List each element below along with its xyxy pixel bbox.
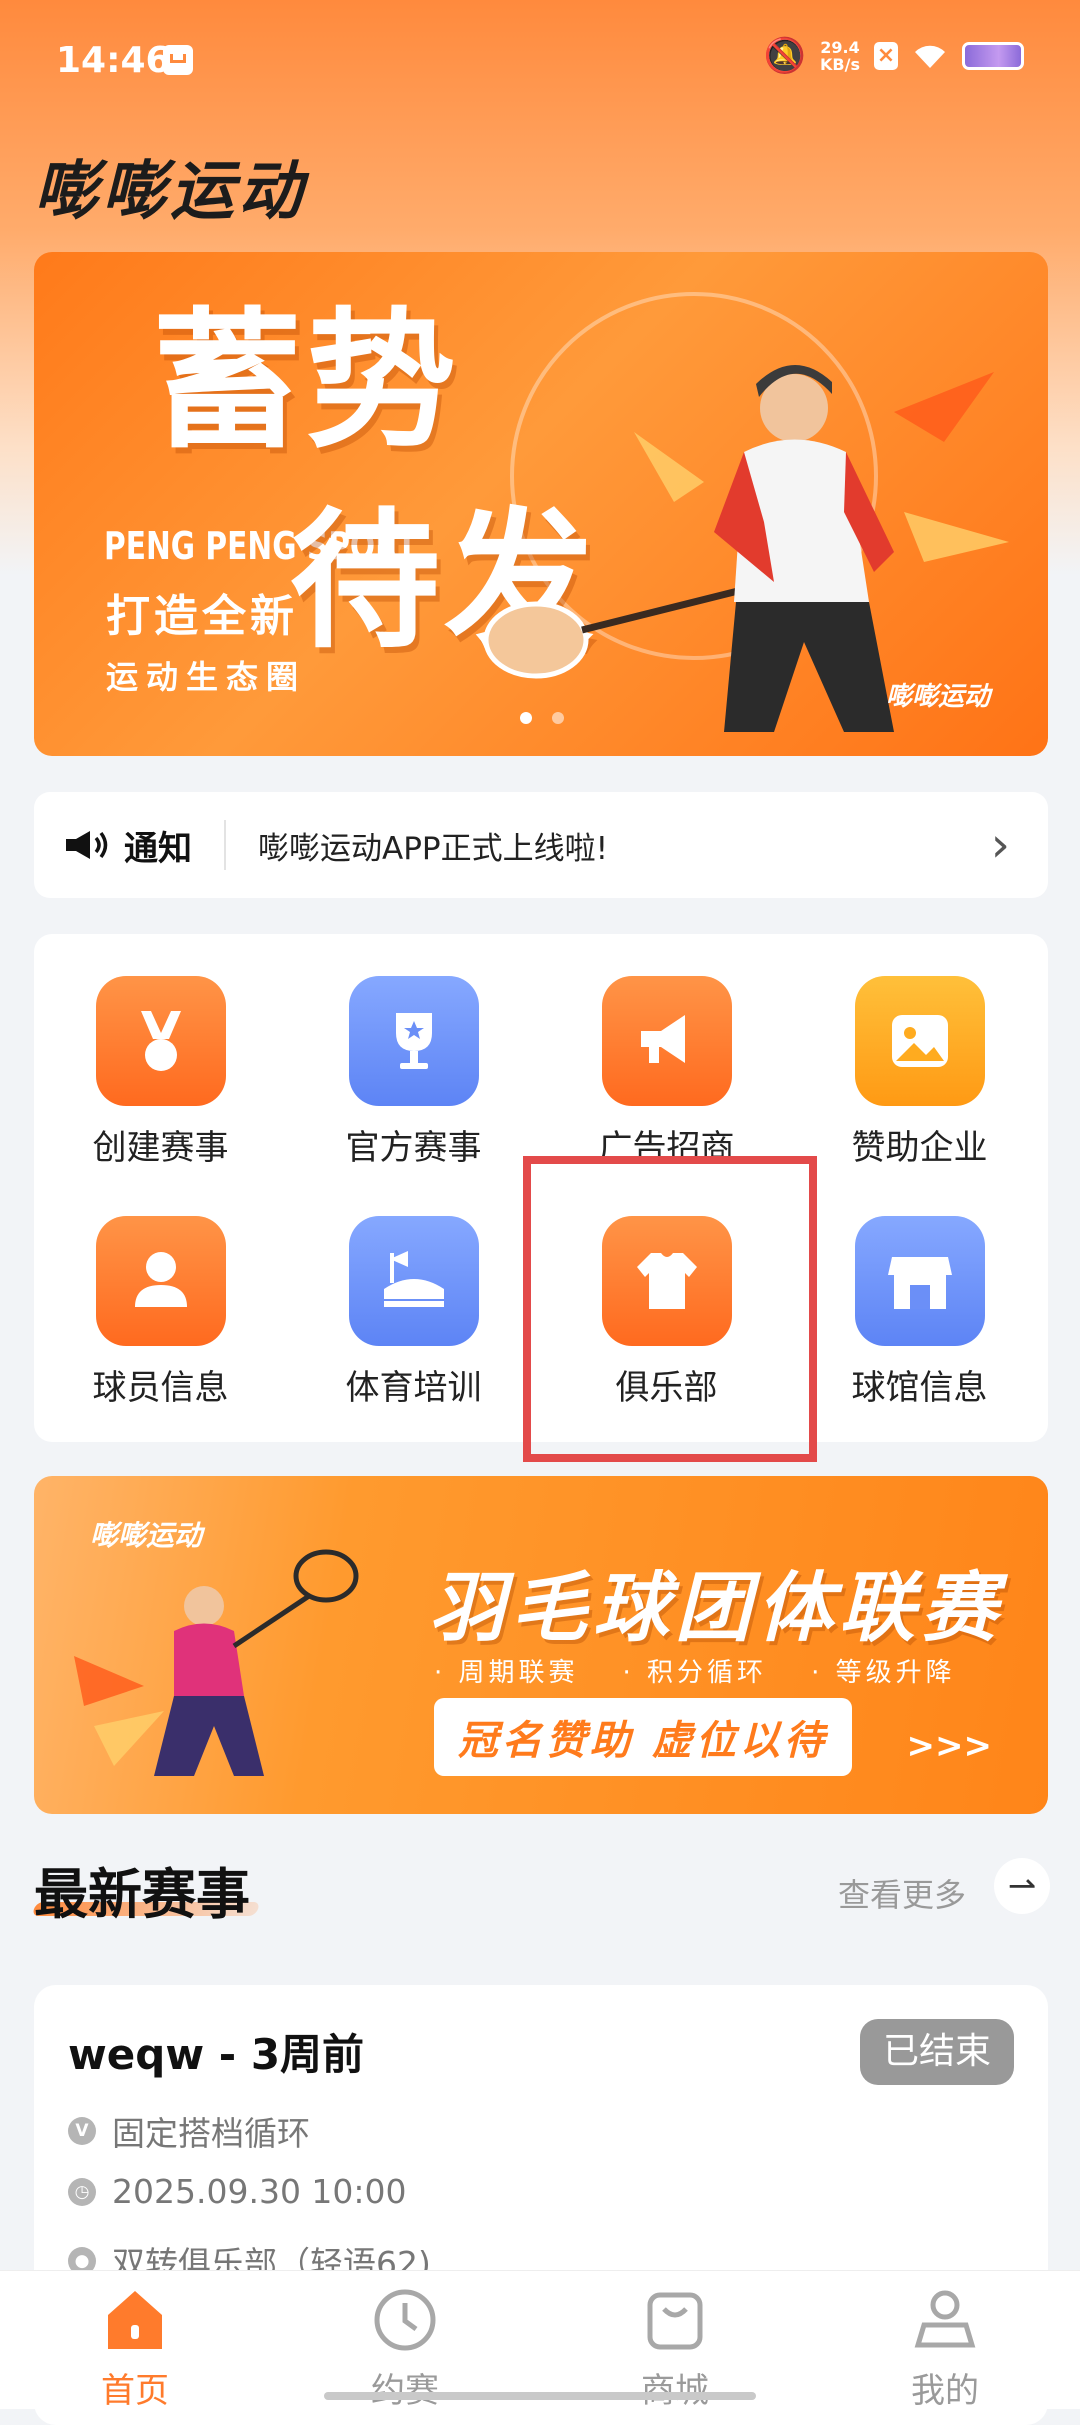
nav-profile[interactable]: 我的 — [810, 2271, 1080, 2411]
sim-off-icon: × — [874, 42, 898, 70]
status-time: 14:46 — [56, 40, 171, 81]
store-icon — [854, 1216, 985, 1346]
megaphone-icon — [601, 976, 732, 1106]
grid-item-create-event[interactable]: 创建赛事 — [34, 934, 287, 1174]
league-logo: 嘭嘭运动 — [90, 1519, 203, 1552]
grid-item-player-info[interactable]: 球员信息 — [34, 1174, 287, 1414]
hero-banner[interactable]: 蓄势 PENG PENG SPORT 打造全新 运动生态圈 待发 嘭嘭运动 — [34, 252, 1048, 756]
image-icon — [854, 976, 985, 1106]
arrow-right-icon[interactable]: ⇀ — [994, 1858, 1050, 1914]
grid-item-official-events[interactable]: 官方赛事 — [287, 934, 540, 1174]
app-title: 嘭嘭运动 — [34, 155, 306, 229]
network-speed: 29.4 KB/s — [820, 38, 860, 74]
view-more-link[interactable]: 查看更多 — [838, 1870, 966, 1916]
carousel-indicator[interactable] — [520, 712, 564, 724]
carousel-dot[interactable] — [552, 712, 564, 724]
home-icon — [108, 2291, 162, 2349]
home-indicator[interactable] — [324, 2392, 756, 2400]
wifi-icon — [915, 45, 945, 68]
event-datetime: 2025.09.30 10:00 — [112, 2172, 407, 2211]
grid-item-venue-info[interactable]: 球馆信息 — [793, 1174, 1046, 1414]
nav-store[interactable]: 商城 — [540, 2271, 810, 2411]
status-badge: 已结束 — [860, 2019, 1014, 2085]
clock-icon — [374, 2289, 436, 2351]
nav-match[interactable]: 约赛 — [270, 2271, 540, 2411]
person-icon — [95, 1216, 226, 1346]
hero-title-top: 蓄势 — [152, 295, 461, 469]
notice-label: 通知 — [124, 828, 192, 869]
bag-icon — [647, 2292, 703, 2350]
league-tag: · 积分循环 — [622, 1658, 768, 1688]
status-bar: 14:46 🔕 29.4 KB/s × — [0, 0, 1080, 120]
event-format: 固定搭档循环 — [112, 2114, 310, 2153]
clock-icon: ◷ — [68, 2177, 96, 2206]
notice-divider — [224, 820, 226, 870]
notice-bar[interactable]: 通知 嘭嘭运动APP正式上线啦! › — [34, 792, 1048, 898]
hero-line-1: 打造全新 — [106, 591, 298, 642]
league-tag: · 等级升降 — [811, 1658, 956, 1688]
battery-icon — [962, 42, 1024, 70]
hero-brand: 嘭嘭运动 — [885, 682, 990, 712]
medal-icon — [95, 976, 226, 1106]
league-sponsor-label: 冠名赞助 虚位以待 — [434, 1698, 852, 1776]
trophy-icon — [348, 976, 479, 1106]
carousel-dot[interactable] — [520, 712, 532, 724]
league-banner[interactable]: 嘭嘭运动 羽毛球团体联赛 · 周期联赛 · 积分循环 · 等级升降 冠名赞助 虚… — [34, 1476, 1048, 1814]
nav-home[interactable]: 首页 — [0, 2271, 270, 2411]
bottom-nav: 首页 约赛 商城 我的 — [0, 2270, 1080, 2411]
notification-icon — [163, 45, 193, 75]
chevron-right-icon: › — [990, 817, 1010, 873]
mute-bell-icon: 🔕 — [763, 36, 807, 76]
league-tags: · 周期联赛 · 积分循环 · 等级升降 — [434, 1652, 956, 1689]
grid-item-sponsors[interactable]: 赞助企业 — [793, 934, 1046, 1174]
hero-line-2: 运动生态圈 — [106, 658, 307, 696]
highlight-annotation — [523, 1156, 817, 1462]
league-arrows: >>> — [906, 1726, 992, 1766]
speaker-icon — [66, 831, 108, 859]
notice-text: 嘭嘭运动APP正式上线啦! — [258, 830, 609, 867]
event-time-row: ◷ 2025.09.30 10:00 — [68, 2172, 407, 2211]
grid-item-advertising[interactable]: 广告招商 — [540, 934, 793, 1174]
grid-item-sports-training[interactable]: 体育培训 — [287, 1174, 540, 1414]
badminton-player-illustration — [74, 1549, 359, 1776]
event-format-row: V 固定搭档循环 — [68, 2107, 310, 2155]
league-tag: · 周期联赛 — [434, 1658, 579, 1688]
versus-icon: V — [68, 2117, 96, 2145]
event-title: weqw - 3周前 — [68, 2030, 365, 2079]
latest-events-title: 最新赛事 — [34, 1863, 250, 1926]
league-title: 羽毛球团体联赛 — [429, 1563, 1003, 1652]
person-icon — [914, 2290, 976, 2348]
training-icon — [348, 1216, 479, 1346]
